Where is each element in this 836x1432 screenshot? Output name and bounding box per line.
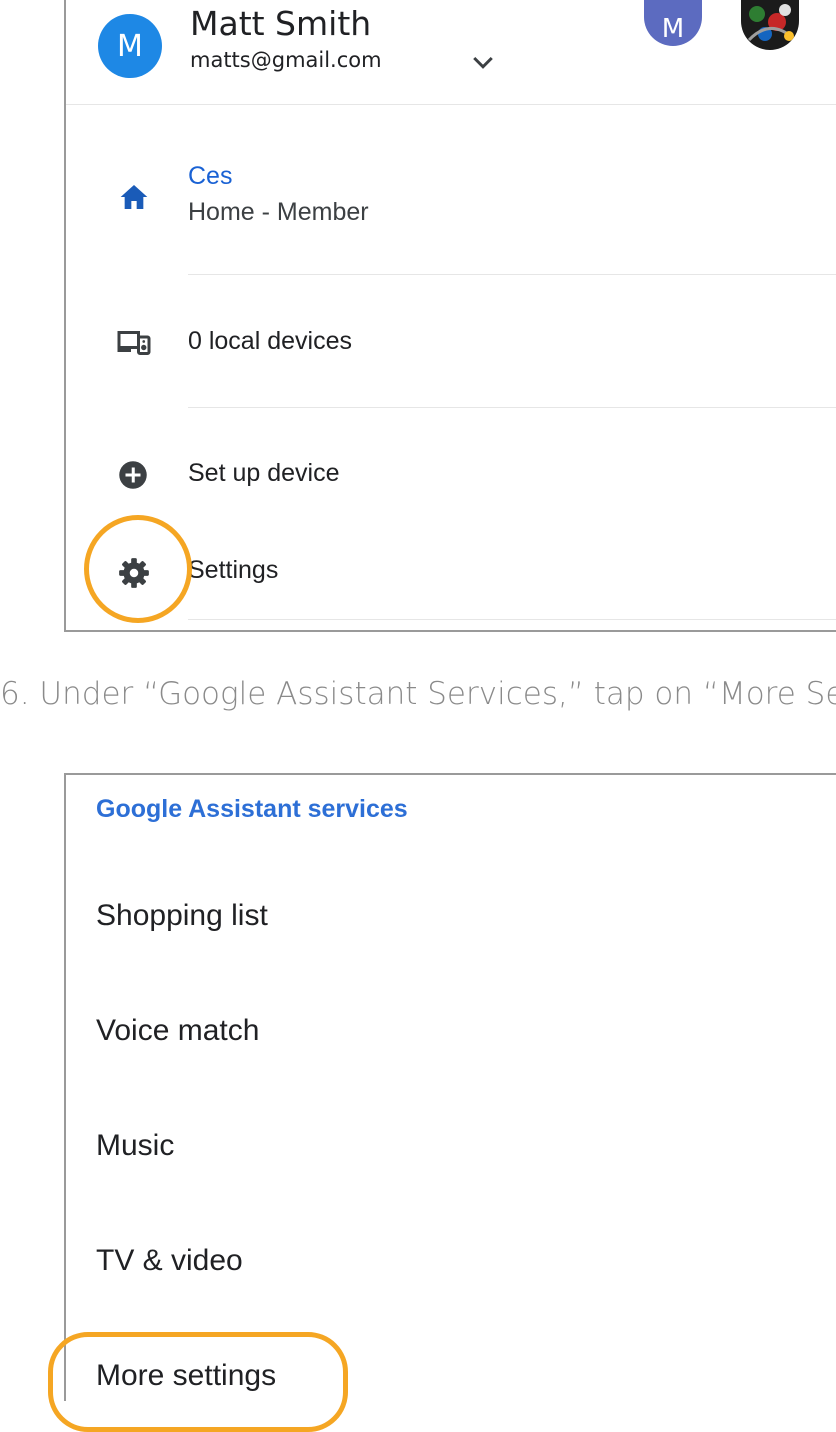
home-icon xyxy=(120,185,148,209)
chevron-down-icon[interactable] xyxy=(468,48,498,78)
section-title: Google Assistant services xyxy=(96,795,408,823)
account-menu-panel: M Matt Smith matts@gmail.com M Ces Home … xyxy=(64,0,836,632)
home-role: Home - Member xyxy=(188,198,369,226)
list-item-music[interactable]: Music xyxy=(96,1129,174,1163)
divider xyxy=(188,274,836,275)
divider xyxy=(66,104,836,105)
home-name[interactable]: Ces xyxy=(188,162,232,191)
add-circle-icon xyxy=(119,461,147,489)
set-up-device-label: Set up device xyxy=(188,459,340,487)
highlight-circle xyxy=(84,515,192,623)
devices-icon xyxy=(117,331,151,355)
account-email: matts@gmail.com xyxy=(190,48,382,72)
assistant-services-panel: Google Assistant services Shopping list … xyxy=(48,773,836,1432)
highlight-pill xyxy=(48,1332,348,1432)
list-item-tv-video[interactable]: TV & video xyxy=(96,1244,243,1278)
list-item-shopping-list[interactable]: Shopping list xyxy=(96,899,268,933)
profile-photo-icon xyxy=(741,0,799,50)
list-item-voice-match[interactable]: Voice match xyxy=(96,1014,259,1048)
avatar-letter: M xyxy=(661,14,685,44)
account-avatar[interactable]: M xyxy=(98,14,162,78)
account-name: Matt Smith xyxy=(190,4,372,43)
secondary-account-avatar[interactable]: M xyxy=(644,0,702,46)
local-devices-label: 0 local devices xyxy=(188,327,352,355)
settings-label: Settings xyxy=(188,556,279,584)
avatar-letter: M xyxy=(117,28,143,64)
divider xyxy=(188,407,836,408)
divider xyxy=(188,619,836,620)
instruction-text: 6. Under “Google Assistant Services,” ta… xyxy=(0,676,836,712)
photo-account-avatar[interactable] xyxy=(741,0,799,50)
